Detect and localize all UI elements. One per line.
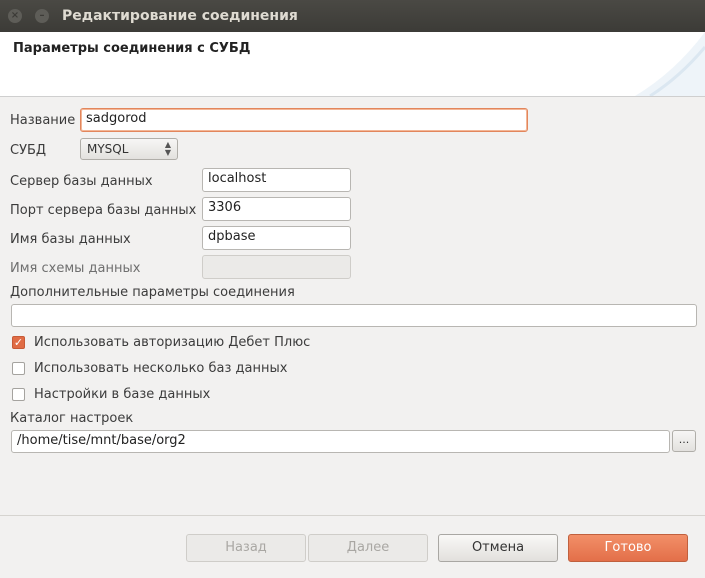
server-input[interactable]: localhost <box>202 168 351 192</box>
cancel-button[interactable]: Отмена <box>438 534 558 562</box>
checkbox-unchecked-icon[interactable] <box>12 388 25 401</box>
title-bar: × – Редактирование соединения <box>0 0 705 32</box>
dbname-input[interactable]: dpbase <box>202 226 351 250</box>
dbname-label: Имя базы данных <box>10 232 131 247</box>
minimize-icon[interactable]: – <box>35 9 49 23</box>
next-button[interactable]: Далее <box>308 534 428 562</box>
dbms-select[interactable]: MYSQL ▲ ▼ <box>80 138 178 160</box>
form-panel: Название sadgorod СУБД MYSQL ▲ ▼ Сервер б… <box>0 97 705 578</box>
close-icon[interactable]: × <box>8 9 22 23</box>
extra-params-input[interactable] <box>11 304 697 327</box>
schema-input <box>202 255 351 279</box>
port-label: Порт сервера базы данных <box>10 203 197 218</box>
finish-button[interactable]: Готово <box>568 534 688 562</box>
page-title: Параметры соединения с СУБД <box>13 41 251 56</box>
dbms-label: СУБД <box>10 143 47 158</box>
header-decoration-icon <box>635 32 705 96</box>
name-label: Название <box>10 113 76 128</box>
catalog-label: Каталог настроек <box>10 411 134 426</box>
settings-in-db-checkbox-label: Настройки в базе данных <box>34 387 211 402</box>
back-button[interactable]: Назад <box>186 534 306 562</box>
multi-db-checkbox-label: Использовать несколько баз данных <box>34 361 288 376</box>
auth-checkbox-label: Использовать авторизацию Дебет Плюс <box>34 335 311 350</box>
browse-button[interactable]: ... <box>672 430 696 452</box>
window-title: Редактирование соединения <box>62 8 298 24</box>
updown-arrow-icon: ▲ ▼ <box>164 140 171 157</box>
dbms-select-value: MYSQL <box>87 142 129 156</box>
server-label: Сервер базы данных <box>10 174 153 189</box>
checkbox-unchecked-icon[interactable] <box>12 362 25 375</box>
checkbox-checked-icon[interactable]: ✓ <box>12 336 25 349</box>
name-input[interactable]: sadgorod <box>80 108 528 132</box>
port-input[interactable]: 3306 <box>202 197 351 221</box>
extra-params-label: Дополнительные параметры соединения <box>10 285 295 300</box>
wizard-header: Параметры соединения с СУБД <box>0 32 705 97</box>
catalog-input[interactable]: /home/tise/mnt/base/org2 <box>11 430 670 453</box>
schema-label: Имя схемы данных <box>10 261 141 276</box>
button-separator <box>0 515 705 516</box>
